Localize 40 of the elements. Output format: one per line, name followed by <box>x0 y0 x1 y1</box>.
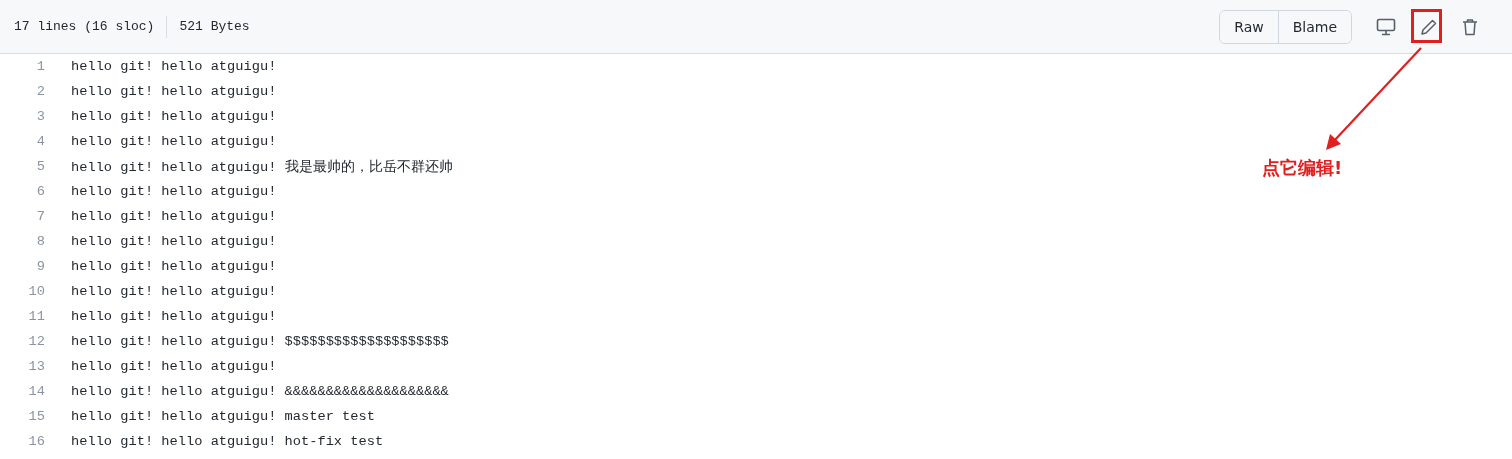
file-size: 521 Bytes <box>179 19 250 34</box>
line-number: 6 <box>35 184 46 199</box>
toolbar-button[interactable]: Blame <box>1277 10 1351 43</box>
code-line: hello git! hello atguigu! <box>71 284 277 299</box>
code-line: hello git! hello atguigu! $$$$$$$$$$$$$$$$$$$$ <box>71 334 449 349</box>
line-number: 1 <box>35 59 46 74</box>
code-line: hello git! hello atguigu! <box>71 59 277 74</box>
code-line: hello git! hello atguigu! <box>71 309 277 324</box>
code-line: hello git! hello atguigu! <box>71 234 277 249</box>
code-line: hello git! hello atguigu! <box>71 134 277 149</box>
line-number: 7 <box>35 209 46 224</box>
pencil-icon[interactable] <box>1420 17 1438 36</box>
code-line: hello git! hello atguigu! <box>71 184 277 199</box>
code-line: hello git! hello atguigu! hot-fix test <box>71 434 384 449</box>
highlight-frame <box>1411 9 1442 43</box>
code-line: hello git! hello atguigu! <box>71 359 277 374</box>
code-line: hello git! hello atguigu! &&&&&&&&&&&&&&&&&&&& <box>71 384 449 399</box>
code-line: hello git! hello atguigu! <box>71 259 277 274</box>
annotation-text: 点它编辑! <box>1262 156 1343 180</box>
line-number: 15 <box>27 409 46 424</box>
trash-icon[interactable] <box>1462 17 1478 36</box>
line-number: 3 <box>35 109 46 124</box>
code-line: hello git! hello atguigu! <box>71 84 277 99</box>
code-line: hello git! hello atguigu! <box>71 209 277 224</box>
line-number: 13 <box>27 359 46 374</box>
line-number: 8 <box>35 234 46 249</box>
line-number: 12 <box>27 334 46 349</box>
line-number: 14 <box>27 384 46 399</box>
line-count: 17 lines (16 sloc) <box>14 19 155 34</box>
desktop-icon[interactable] <box>1376 17 1396 36</box>
code-line: hello git! hello atguigu! <box>71 109 277 124</box>
code-line: hello git! hello atguigu! master test <box>71 409 375 424</box>
line-number: 5 <box>35 159 46 174</box>
code-line: hello git! hello atguigu! 我是最帅的，比岳不群还帅 <box>71 158 453 176</box>
line-number: 9 <box>35 259 46 274</box>
line-number: 4 <box>35 134 46 149</box>
line-number: 10 <box>27 284 46 299</box>
line-number: 2 <box>35 84 46 99</box>
line-number: 16 <box>27 434 46 449</box>
line-number: 11 <box>27 309 46 324</box>
